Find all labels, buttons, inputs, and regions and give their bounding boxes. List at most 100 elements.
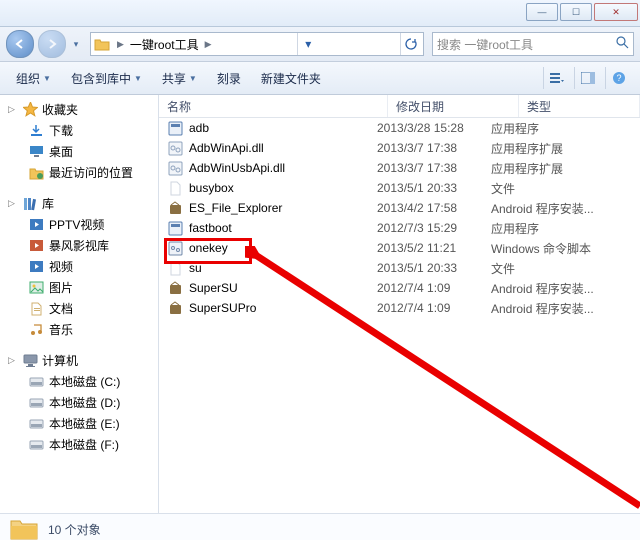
explorer-window: — ☐ ✕ ▾ ▶ 一键root工具 ▶ ▾ 搜索 一键root工具 — [0, 0, 640, 540]
file-type: 应用程序 — [491, 220, 640, 237]
file-row[interactable]: fastboot2012/7/3 15:29应用程序 — [159, 218, 640, 238]
minimize-button[interactable]: — — [526, 3, 558, 21]
sidebar-favorites-header[interactable]: ▷ 收藏夹 — [0, 99, 158, 120]
file-row[interactable]: su2013/5/1 20:33文件 — [159, 258, 640, 278]
library-icon — [22, 196, 38, 212]
dropdown-button[interactable]: ▾ — [297, 33, 318, 55]
refresh-icon — [405, 38, 417, 50]
file-name: AdbWinUsbApi.dll — [189, 161, 285, 175]
new-folder-button[interactable]: 新建文件夹 — [253, 67, 329, 90]
file-type: 应用程序扩展 — [491, 140, 640, 157]
exe-icon — [167, 220, 183, 236]
sidebar-item[interactable]: 桌面 — [0, 141, 158, 162]
maximize-button[interactable]: ☐ — [560, 3, 592, 21]
file-type: Windows 命令脚本 — [491, 240, 640, 257]
status-count: 10 个对象 — [48, 521, 101, 538]
file-type: 文件 — [491, 260, 640, 277]
sidebar-libraries-header[interactable]: ▷ 库 — [0, 193, 158, 214]
sidebar-item[interactable]: 图片 — [0, 277, 158, 298]
statusbar: 10 个对象 — [0, 513, 640, 540]
sidebar-item[interactable]: 本地磁盘 (E:) — [0, 413, 158, 434]
file-icon — [167, 260, 183, 276]
organize-button[interactable]: 组织▼ — [8, 67, 59, 90]
include-in-library-button[interactable]: 包含到库中▼ — [63, 67, 150, 90]
file-date: 2013/4/2 17:58 — [377, 201, 491, 215]
chevron-down-icon: ▼ — [43, 74, 51, 83]
file-date: 2013/3/7 17:38 — [377, 161, 491, 175]
video-icon — [28, 259, 44, 275]
file-name: SuperSU — [189, 281, 238, 295]
column-type[interactable]: 类型 — [519, 95, 640, 117]
search-placeholder: 搜索 一键root工具 — [437, 36, 533, 53]
file-date: 2013/3/7 17:38 — [377, 141, 491, 155]
file-row[interactable]: SuperSUPro2012/7/4 1:09Android 程序安装... — [159, 298, 640, 318]
file-type: 应用程序 — [491, 120, 640, 137]
file-row[interactable]: ES_File_Explorer2013/4/2 17:58Android 程序… — [159, 198, 640, 218]
close-button[interactable]: ✕ — [594, 3, 638, 21]
file-name: busybox — [189, 181, 234, 195]
sidebar-libraries: ▷ 库 PPTV视频暴风影视库视频图片文档音乐 — [0, 193, 158, 340]
titlebar: — ☐ ✕ — [0, 0, 640, 27]
help-button[interactable]: ? — [605, 67, 632, 89]
file-date: 2012/7/3 15:29 — [377, 221, 491, 235]
desktop-icon — [28, 144, 44, 160]
refresh-button[interactable] — [400, 33, 421, 55]
file-name: su — [189, 261, 202, 275]
preview-pane-button[interactable] — [574, 67, 601, 89]
help-icon: ? — [612, 71, 626, 85]
file-date: 2013/5/1 20:33 — [377, 181, 491, 195]
file-rows: adb2013/3/28 15:28应用程序AdbWinApi.dll2013/… — [159, 118, 640, 513]
collapse-icon: ▷ — [8, 104, 18, 115]
forward-button[interactable] — [38, 30, 66, 58]
file-row[interactable]: busybox 2013/5/1 20:33文件 — [159, 178, 640, 198]
file-type: 文件 — [491, 180, 640, 197]
pic-icon — [28, 280, 44, 296]
preview-pane-icon — [581, 72, 595, 84]
music-icon — [28, 322, 44, 338]
breadcrumb-current: 一键root工具 — [128, 36, 201, 53]
file-icon — [167, 180, 183, 196]
sidebar-item[interactable]: 文档 — [0, 298, 158, 319]
sidebar-item[interactable]: 本地磁盘 (F:) — [0, 434, 158, 455]
svg-text:?: ? — [616, 73, 621, 83]
burn-button[interactable]: 刻录 — [209, 67, 249, 90]
navbar: ▾ ▶ 一键root工具 ▶ ▾ 搜索 一键root工具 — [0, 27, 640, 62]
chevron-right-icon: ▶ — [113, 39, 128, 50]
bat-icon — [167, 240, 183, 256]
sidebar-item[interactable]: PPTV视频 — [0, 214, 158, 235]
file-type: Android 程序安装... — [491, 300, 640, 317]
sidebar-item[interactable]: 本地磁盘 (C:) — [0, 371, 158, 392]
sidebar-item[interactable]: 音乐 — [0, 319, 158, 340]
sidebar-item[interactable]: 下载 — [0, 120, 158, 141]
history-dropdown[interactable]: ▾ — [70, 39, 82, 50]
file-row[interactable]: SuperSU2012/7/4 1:09Android 程序安装... — [159, 278, 640, 298]
sidebar-item[interactable]: 本地磁盘 (D:) — [0, 392, 158, 413]
search-input[interactable]: 搜索 一键root工具 — [432, 32, 634, 56]
file-name: ES_File_Explorer — [189, 201, 282, 215]
collapse-icon: ▷ — [8, 198, 18, 209]
sidebar-item[interactable]: 视频 — [0, 256, 158, 277]
view-options-button[interactable] — [543, 67, 570, 89]
recent-icon — [28, 165, 44, 181]
column-name[interactable]: 名称 — [159, 95, 388, 117]
folder-icon — [93, 35, 111, 53]
file-row[interactable]: AdbWinApi.dll2013/3/7 17:38应用程序扩展 — [159, 138, 640, 158]
breadcrumb[interactable]: ▶ 一键root工具 ▶ ▾ — [90, 32, 424, 56]
sidebar-item[interactable]: 最近访问的位置 — [0, 162, 158, 183]
column-date[interactable]: 修改日期 — [388, 95, 519, 117]
disk-icon — [28, 374, 44, 390]
file-list: 名称 修改日期 类型 adb2013/3/28 15:28应用程序AdbWinA… — [159, 95, 640, 513]
sidebar: ▷ 收藏夹 下载桌面最近访问的位置 ▷ 库 PPTV视频暴风影视库视频图片文档音… — [0, 95, 159, 513]
dll-icon — [167, 160, 183, 176]
back-button[interactable] — [6, 30, 34, 58]
file-date: 2012/7/4 1:09 — [377, 281, 491, 295]
apk-icon — [167, 300, 183, 316]
file-row[interactable]: AdbWinUsbApi.dll2013/3/7 17:38应用程序扩展 — [159, 158, 640, 178]
file-date: 2013/3/28 15:28 — [377, 121, 491, 135]
file-row[interactable]: onekey2013/5/2 11:21Windows 命令脚本 — [159, 238, 640, 258]
share-button[interactable]: 共享▼ — [154, 67, 205, 90]
sidebar-item[interactable]: 暴风影视库 — [0, 235, 158, 256]
file-row[interactable]: adb2013/3/28 15:28应用程序 — [159, 118, 640, 138]
star-icon — [22, 102, 38, 118]
sidebar-computer-header[interactable]: ▷ 计算机 — [0, 350, 158, 371]
